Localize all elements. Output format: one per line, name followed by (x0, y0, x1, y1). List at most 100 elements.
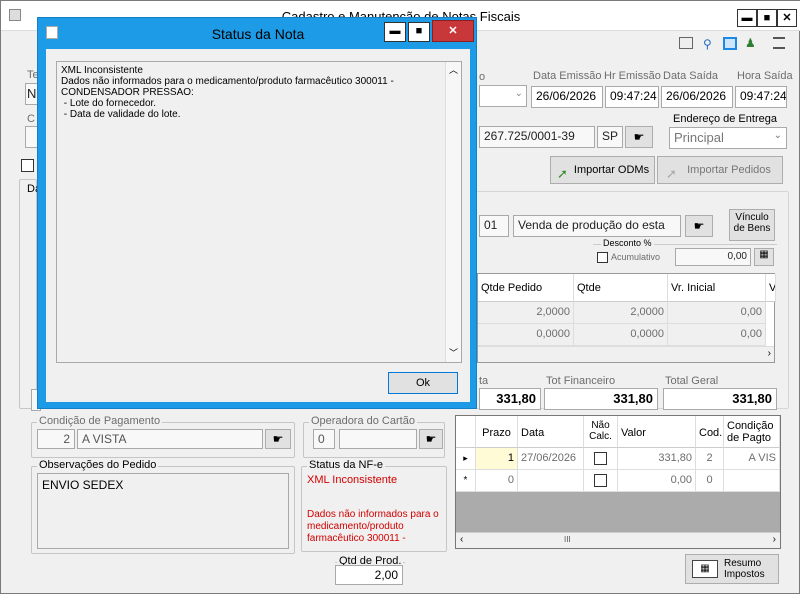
chevron-right-icon[interactable]: › (773, 534, 776, 545)
grid-header-vr-inicial[interactable]: Vr. Inicial (668, 274, 766, 302)
parcelas-header-nao-calc[interactable]: Não Calc. (584, 416, 618, 448)
parcelas-header-condicao[interactable]: Condição de Pagto (724, 416, 780, 448)
cnpj-field[interactable]: 267.725/0001-39 (479, 126, 595, 148)
chevron-up-icon[interactable]: ︿ (449, 63, 458, 76)
data-saida-field[interactable]: 26/06/2026 (661, 86, 733, 108)
user-icon[interactable]: ♟ (745, 36, 757, 50)
hora-saida-field[interactable]: 09:47:24 (735, 86, 787, 108)
importar-pedidos-button[interactable]: ➚ Importar Pedidos (657, 156, 783, 184)
ok-button[interactable]: Ok (388, 372, 458, 394)
grid-header-qtde[interactable]: Qtde (574, 274, 668, 302)
dialog-vscrollbar[interactable]: ︿ ﹀ (445, 62, 461, 362)
dialog-minimize-button[interactable]: ▬ (384, 22, 406, 42)
parcela-data-cell[interactable] (518, 470, 584, 492)
grid-cell[interactable]: 0,00 (668, 324, 766, 346)
dialog-message-line: - Data de validade do lote. (61, 109, 181, 120)
data-saida-label: Data Saída (663, 70, 719, 82)
resumo-impostos-button[interactable]: ▦ Resumo Impostos (685, 554, 779, 584)
geral-label: Total Geral (665, 375, 719, 387)
parcela-prazo-cell[interactable]: 1 (476, 448, 518, 470)
nao-calc-checkbox[interactable] (594, 474, 607, 487)
parcela-condicao-cell[interactable] (724, 470, 780, 492)
pagamento-code-field[interactable]: 2 (37, 429, 75, 449)
desconto-field[interactable]: 0,00 (675, 248, 751, 266)
vinculo-bens-button[interactable]: Vínculo de Bens (729, 209, 775, 241)
status-nfe-label: Status da NF-e (307, 459, 385, 471)
grid-row-header (456, 416, 476, 448)
parcela-condicao-cell[interactable]: A VIS (724, 448, 780, 470)
table-icon: ▦ (692, 560, 718, 578)
endereco-dropdown[interactable]: Principal ⌄ (669, 127, 787, 149)
status-nfe-detail-2: medicamento/produto (307, 521, 404, 532)
grid-cell[interactable]: 2,0000 (478, 302, 574, 324)
dialog-message-line: Dados não informados para o medicamento/… (61, 76, 394, 87)
hand-lookup-icon[interactable]: ☛ (625, 126, 653, 148)
parcelas-header-cod[interactable]: Cod. (696, 416, 724, 448)
operadora-value-field[interactable] (339, 429, 417, 449)
search-icon[interactable]: ⚲ (703, 37, 717, 51)
financeiro-field[interactable]: 331,80 (544, 388, 658, 410)
dialog-message-textarea[interactable]: XML Inconsistente Dados não informados p… (56, 61, 462, 363)
print-icon[interactable] (679, 37, 693, 49)
close-button[interactable]: ✕ (777, 9, 797, 27)
chevron-left-icon[interactable]: ‹ (460, 534, 463, 545)
chevron-right-icon[interactable]: › (768, 348, 771, 359)
parcela-valor-cell[interactable]: 0,00 (618, 470, 696, 492)
dialog-close-button[interactable]: ✕ (432, 20, 474, 42)
parcelas-header-data[interactable]: Data (518, 416, 584, 448)
importar-odms-button[interactable]: ➚ Importar ODMs (550, 156, 655, 184)
uf-field[interactable]: SP (597, 126, 623, 148)
o-dropdown[interactable]: ⌄ (479, 85, 527, 107)
calculator-icon[interactable]: ▦ (754, 248, 774, 266)
dialog-body: XML Inconsistente Dados não informados p… (46, 49, 470, 402)
menu-icon[interactable] (773, 37, 785, 49)
operation-description-field[interactable]: Venda de produção do esta (513, 215, 681, 237)
parcelas-hscrollbar[interactable]: ‹ III › (456, 532, 780, 548)
ta-label: ta (479, 375, 489, 387)
row-selector-icon[interactable]: ▸ (456, 448, 476, 470)
parcela-naocalc-cell[interactable] (584, 470, 618, 492)
dialog-message-line: - Lote do fornecedor. (61, 98, 157, 109)
maximize-button[interactable]: ■ (757, 9, 777, 27)
hr-emissao-field[interactable]: 09:47:24 (605, 86, 659, 108)
scroll-thumb[interactable]: III (564, 535, 571, 544)
grid-cell[interactable]: 0,00 (668, 302, 766, 324)
parcelas-header-prazo[interactable]: Prazo (476, 416, 518, 448)
grid-header-qtde-pedido[interactable]: Qtde Pedido (478, 274, 574, 302)
window-icon[interactable] (723, 37, 737, 50)
parcela-valor-cell[interactable]: 331,80 (618, 448, 696, 470)
geral-field[interactable]: 331,80 (663, 388, 777, 410)
qtd-prod-field[interactable]: 2,00 (335, 565, 403, 585)
nao-calc-checkbox[interactable] (594, 452, 607, 465)
acumulativo-checkbox[interactable] (597, 252, 608, 263)
items-grid: Qtde Pedido Qtde Vr. Inicial V 2,0000 2,… (477, 273, 776, 363)
parcela-cod-cell[interactable]: 0 (696, 470, 724, 492)
new-row-icon[interactable]: * (456, 470, 476, 492)
parcelas-header-valor[interactable]: Valor (618, 416, 696, 448)
pagamento-value-field[interactable]: A VISTA (77, 429, 263, 449)
chevron-down-icon[interactable]: ﹀ (449, 346, 458, 359)
grid-cell[interactable]: 0,0000 (574, 324, 668, 346)
dialog-maximize-button[interactable]: ■ (408, 22, 430, 42)
hand-lookup-icon[interactable]: ☛ (265, 429, 291, 449)
parcela-cod-cell[interactable]: 2 (696, 448, 724, 470)
operadora-code-field[interactable]: 0 (313, 429, 335, 449)
hora-saida-label: Hora Saída (737, 70, 793, 82)
items-grid-hscrollbar[interactable]: › (478, 346, 774, 362)
ta-field[interactable]: 331,80 (479, 388, 541, 410)
parcela-data-cell[interactable]: 27/06/2026 (518, 448, 584, 470)
hand-lookup-icon[interactable]: ☛ (419, 429, 443, 449)
hand-lookup-icon[interactable]: ☛ (685, 215, 713, 237)
grid-header-v[interactable]: V (766, 274, 776, 302)
data-emissao-label: Data Emissão (533, 70, 602, 82)
grid-cell[interactable]: 0,0000 (478, 324, 574, 346)
parcela-naocalc-cell[interactable] (584, 448, 618, 470)
obs-textarea[interactable]: ENVIO SEDEX (37, 473, 289, 549)
parcela-prazo-cell[interactable]: 0 (476, 470, 518, 492)
grid-cell[interactable]: 2,0000 (574, 302, 668, 324)
operation-code-field[interactable]: 01 (479, 215, 509, 237)
data-emissao-field[interactable]: 26/06/2026 (531, 86, 603, 108)
minimize-button[interactable]: ▬ (737, 9, 757, 27)
status-nfe-text: XML Inconsistente (307, 474, 398, 486)
left-checkbox[interactable] (21, 159, 34, 172)
